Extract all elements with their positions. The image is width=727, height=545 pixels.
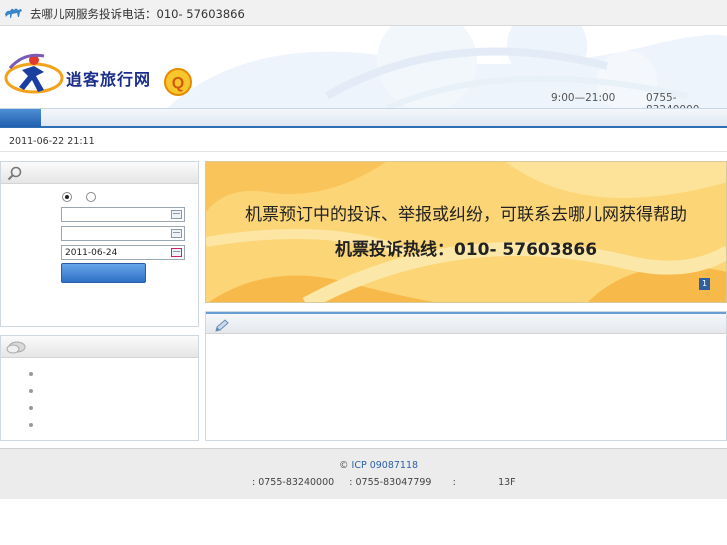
- list-item[interactable]: [27, 385, 35, 402]
- contact-line: : 0755-83240000 : 0755-83047799 : 13F: [252, 477, 516, 488]
- departure-date-input[interactable]: 2011-06-24: [61, 245, 185, 260]
- search-icon: [7, 166, 22, 181]
- search-button[interactable]: [61, 263, 146, 283]
- copyright-line: © ICP 09087118: [339, 460, 418, 471]
- city-picker-icon[interactable]: [171, 229, 182, 238]
- content-panel-header: [206, 312, 726, 334]
- icp-link[interactable]: ICP 09087118: [352, 460, 419, 471]
- pencil-icon: [215, 319, 229, 332]
- departure-date-value: 2011-06-24: [65, 248, 118, 258]
- banner-page-indicator[interactable]: 1: [699, 278, 710, 290]
- arrival-city-input[interactable]: [61, 226, 185, 241]
- city-picker-icon[interactable]: [171, 210, 182, 219]
- nav-home-tab[interactable]: [0, 109, 41, 127]
- departure-city-input[interactable]: [61, 207, 185, 222]
- copyright-symbol: ©: [339, 460, 349, 471]
- current-datetime: 2011-06-22 21:11: [9, 136, 95, 147]
- complaint-banner[interactable]: 机票预订中的投诉、举报或纠纷，可联系去哪儿网获得帮助 机票投诉热线：010- 5…: [205, 161, 727, 303]
- chat-bubble-icon: [6, 341, 26, 354]
- list-item[interactable]: [27, 419, 35, 436]
- complaint-hotline-text: 去哪儿网服务投诉电话：010- 57603866: [30, 7, 245, 21]
- site-footer: © ICP 09087118 : 0755-83240000 : 0755-83…: [0, 448, 727, 499]
- complaint-bar: 去哪儿网服务投诉电话：010- 57603866: [0, 0, 727, 26]
- date-bar: 2011-06-22 21:11: [0, 130, 727, 152]
- info-list: [27, 368, 35, 436]
- banner-headline: 机票预订中的投诉、举报或纠纷，可联系去哪儿网获得帮助: [245, 205, 687, 225]
- camel-icon: [5, 8, 22, 18]
- main-nav: [0, 108, 727, 128]
- service-hotline: 0755-83240000: [646, 92, 699, 108]
- header-decoration: [167, 26, 727, 108]
- trip-type-oneway-radio[interactable]: [62, 192, 72, 202]
- svg-text:Q: Q: [172, 75, 184, 92]
- content-panel: [205, 311, 727, 441]
- list-item[interactable]: [27, 368, 35, 385]
- calendar-icon[interactable]: [171, 248, 182, 257]
- banner-background: [206, 162, 726, 302]
- logo-text: 逍客旅行网: [66, 70, 152, 89]
- list-item[interactable]: [27, 402, 35, 419]
- trip-type-return-radio[interactable]: [86, 192, 96, 202]
- site-header: Q 逍客旅行网 9:00—21:00 0755-83240000 ' ' ): [0, 26, 727, 108]
- banner-hotline: 机票投诉热线：010- 57603866: [334, 240, 598, 260]
- list-panel-header: [1, 336, 198, 358]
- service-hours: 9:00—21:00: [551, 92, 616, 104]
- search-panel-header: [1, 162, 198, 184]
- flight-search-panel: [0, 161, 199, 327]
- info-list-panel: [0, 335, 199, 441]
